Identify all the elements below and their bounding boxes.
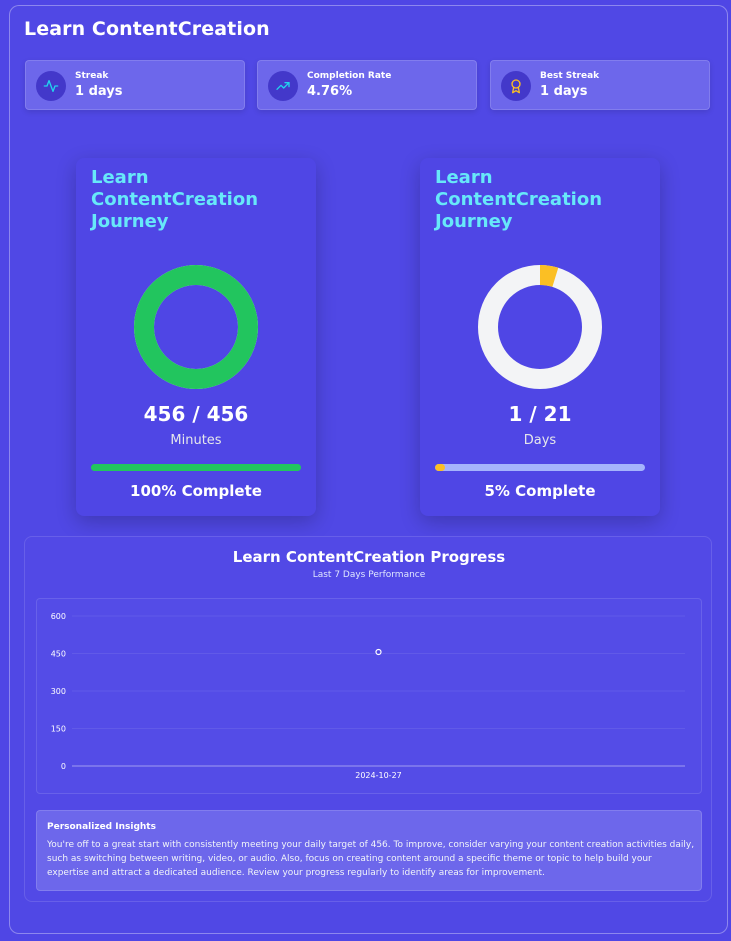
data-point	[375, 648, 382, 656]
progress-donut	[134, 265, 258, 389]
journey-count: 456 / 456	[143, 402, 249, 426]
progress-bar	[91, 464, 301, 471]
progress-section: Learn ContentCreation Progress Last 7 Da…	[24, 536, 712, 902]
stat-label: Best Streak	[540, 71, 600, 81]
journey-title: Learn ContentCreation Journey	[91, 167, 259, 232]
y-tick-label: 600	[51, 612, 66, 621]
progress-chart: 0 150 300 450 600 2024-10-27	[36, 598, 702, 794]
journey-unit: Days	[523, 433, 557, 448]
progress-bar	[435, 464, 645, 471]
y-tick-label: 0	[61, 762, 66, 771]
progress-title: Learn ContentCreation Progress	[232, 548, 506, 566]
progress-donut	[478, 265, 602, 389]
journey-percent: 5% Complete	[484, 482, 596, 500]
insights-body: You're off to a great start with consist…	[47, 840, 695, 878]
y-tick-label: 450	[51, 650, 66, 659]
journey-card-minutes: Learn ContentCreation Journey 456 / 456 …	[76, 158, 316, 516]
journey-count: 1 / 21	[508, 402, 572, 426]
stat-value: 4.76%	[307, 84, 353, 99]
x-tick-label: 2024-10-27	[355, 771, 402, 780]
trending-up-icon	[268, 71, 298, 101]
activity-pulse-icon	[36, 71, 66, 101]
stat-label: Completion Rate	[307, 71, 392, 81]
journey-card-days: Learn ContentCreation Journey 1 / 21 Day…	[420, 158, 660, 516]
stat-label: Streak	[75, 71, 109, 81]
line-chart-svg: 0 150 300 450 600 2024-10-27	[51, 612, 685, 780]
page-title: Learn ContentCreation	[24, 18, 270, 40]
stat-card-best-streak: Best Streak 1 days	[490, 60, 710, 110]
progress-subtitle: Last 7 Days Performance	[312, 570, 426, 580]
journey-title: Learn ContentCreation Journey	[435, 167, 603, 232]
stat-value: 1 days	[75, 84, 123, 99]
y-tick-label: 300	[51, 687, 66, 696]
stat-card-completion-rate: Completion Rate 4.76%	[257, 60, 477, 110]
insights-heading: Personalized Insights	[47, 822, 156, 832]
insights-panel: Personalized Insights You're off to a gr…	[36, 810, 702, 891]
stat-value: 1 days	[540, 84, 588, 99]
journey-percent: 100% Complete	[130, 482, 262, 500]
y-tick-label: 150	[51, 725, 66, 734]
progress-bar-fill	[435, 464, 445, 471]
progress-bar-fill	[91, 464, 301, 471]
stat-card-streak: Streak 1 days	[25, 60, 245, 110]
award-ribbon-icon	[501, 71, 531, 101]
journey-unit: Minutes	[170, 433, 222, 448]
donut-track	[478, 265, 602, 389]
donut-arc	[134, 265, 258, 389]
